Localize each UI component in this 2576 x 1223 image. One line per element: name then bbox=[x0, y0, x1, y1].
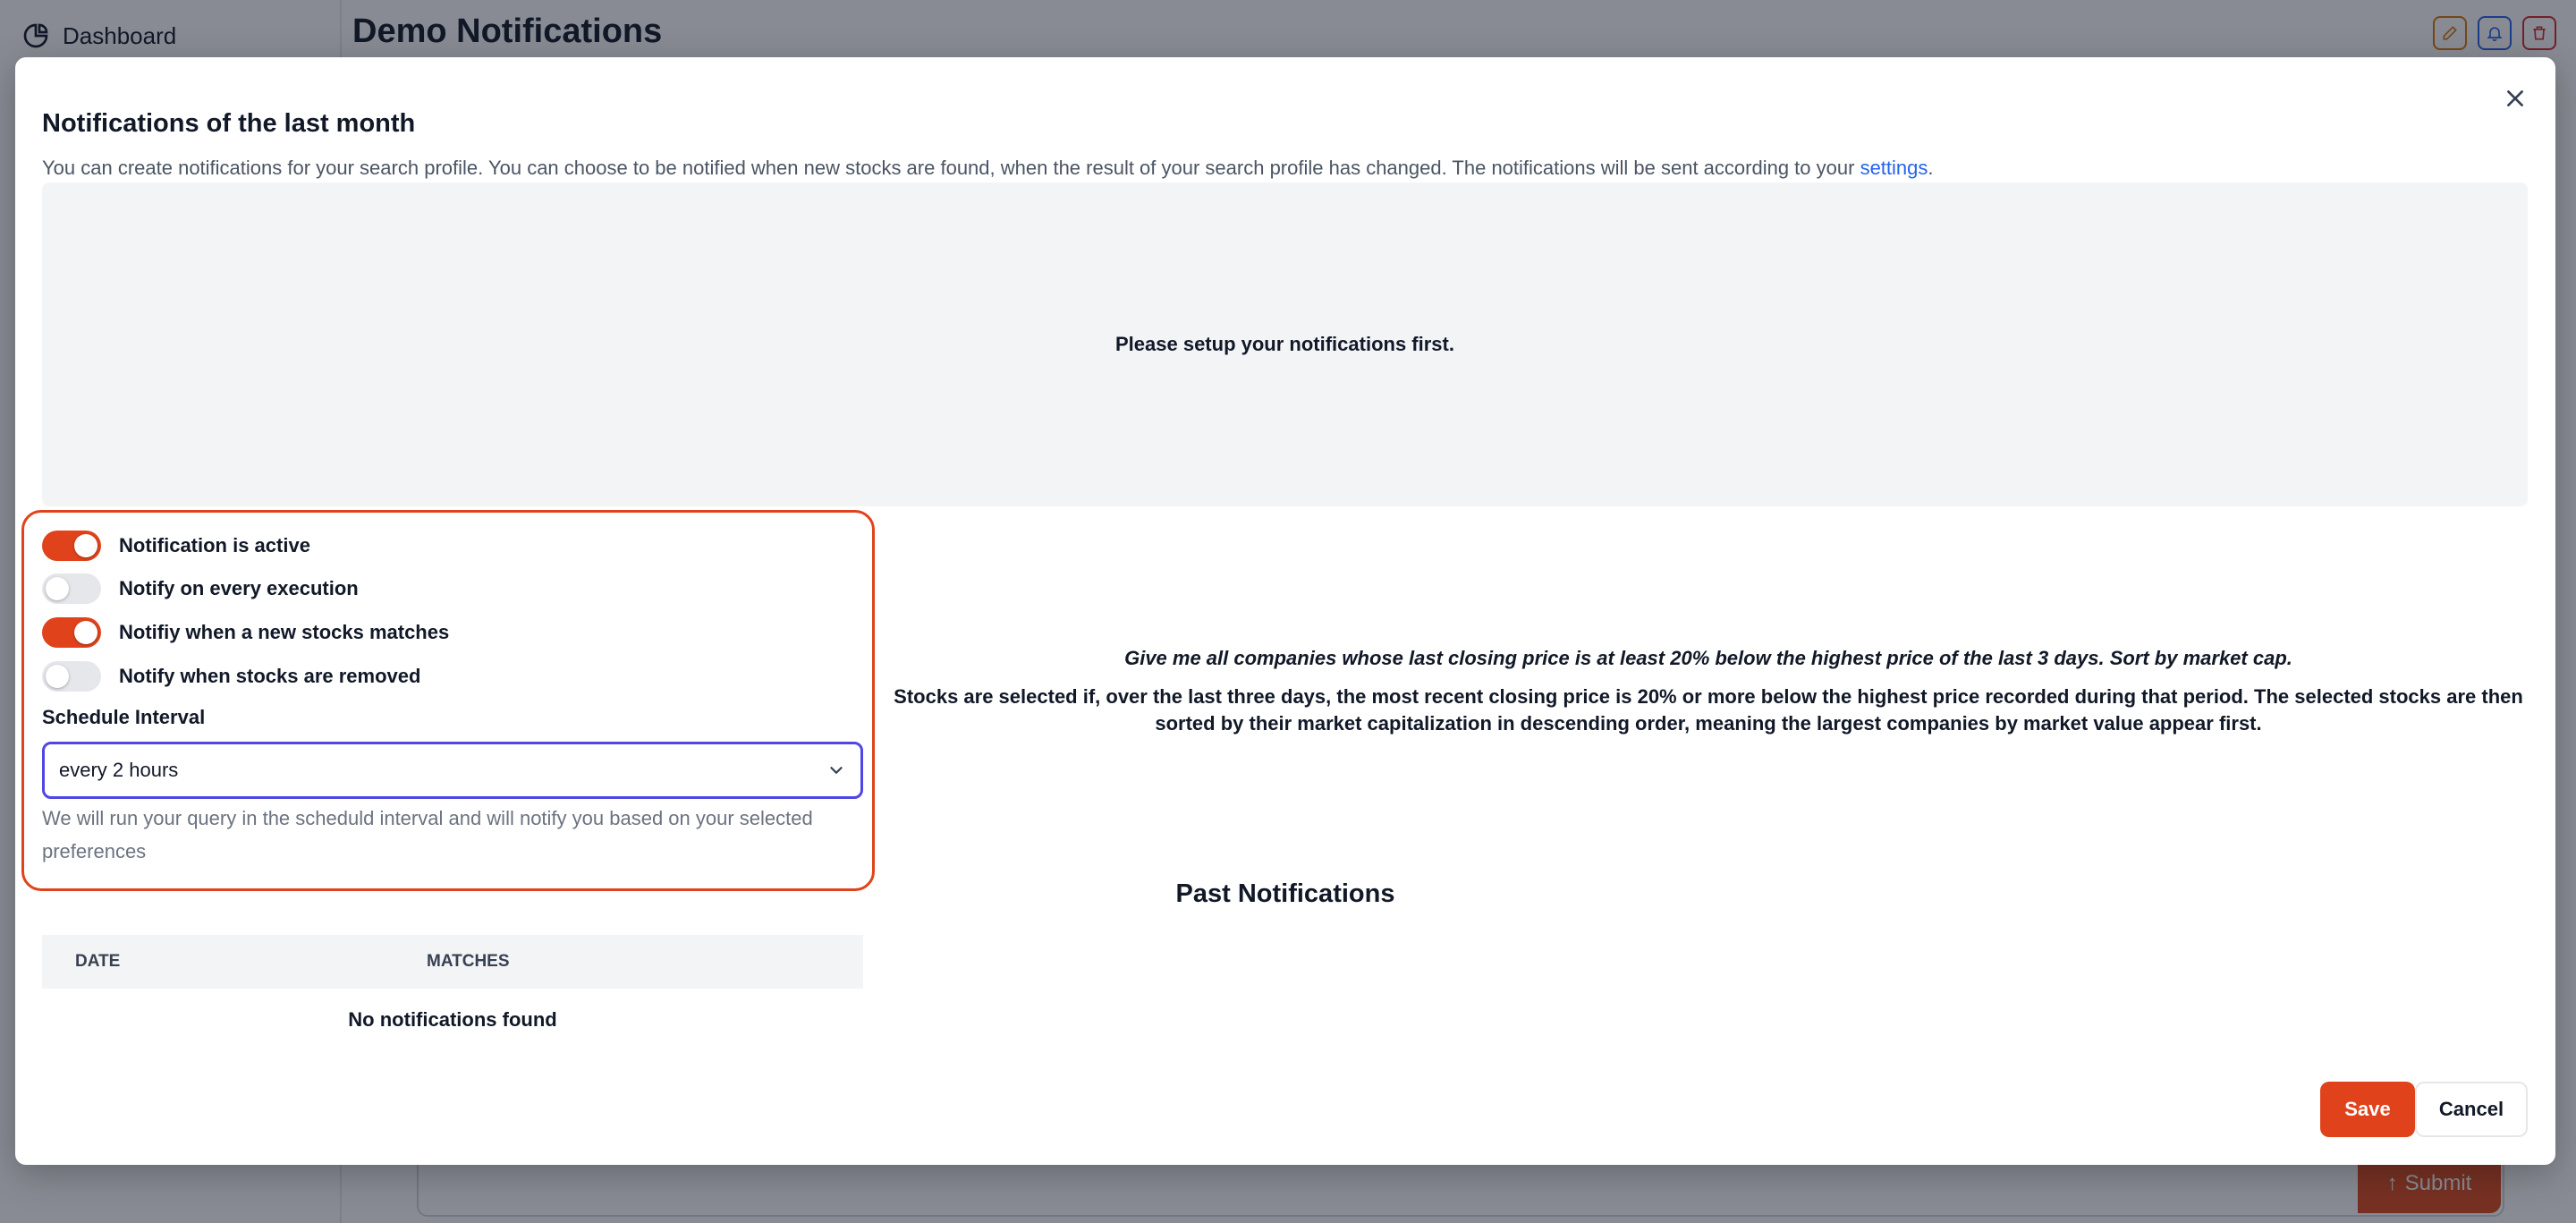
close-icon bbox=[2507, 90, 2523, 106]
notifications-placeholder: Please setup your notifications first. bbox=[42, 183, 2528, 506]
toggle-row-every-execution: Notify on every execution bbox=[42, 573, 359, 604]
toggle-label: Notify on every execution bbox=[119, 577, 359, 599]
schedule-interval-value: every 2 hours bbox=[59, 759, 179, 781]
notify-new-matches-toggle[interactable] bbox=[42, 617, 101, 648]
toggle-label: Notifiy when a new stocks matches bbox=[119, 621, 450, 643]
empty-state-text: No notifications found bbox=[348, 1008, 557, 1031]
toggle-knob bbox=[46, 665, 69, 688]
modal-description: You can create notifications for your se… bbox=[42, 157, 1934, 180]
notification-active-toggle[interactable] bbox=[42, 531, 101, 561]
settings-link[interactable]: settings bbox=[1860, 157, 1928, 179]
column-header-matches[interactable]: MATCHES bbox=[427, 952, 510, 972]
description-text: You can create notifications for your se… bbox=[42, 157, 1860, 179]
query-text: Give me all companies whose last closing… bbox=[1124, 647, 2292, 669]
toggle-row-removed: Notify when stocks are removed bbox=[42, 661, 420, 692]
close-button[interactable] bbox=[2499, 82, 2531, 115]
toggle-knob bbox=[74, 534, 97, 557]
schedule-interval-select[interactable]: every 2 hours bbox=[42, 742, 863, 799]
schedule-interval-label: Schedule Interval bbox=[42, 706, 206, 728]
toggle-label: Notification is active bbox=[119, 534, 310, 556]
toggle-row-active: Notification is active bbox=[42, 531, 310, 561]
past-notifications-table: DATE MATCHES No notifications found bbox=[42, 935, 863, 1032]
cancel-button[interactable]: Cancel bbox=[2415, 1082, 2528, 1137]
table-header: DATE MATCHES bbox=[42, 935, 863, 989]
query-explanation: Stocks are selected if, over the last th… bbox=[894, 685, 2523, 735]
description-end: . bbox=[1928, 157, 1934, 179]
placeholder-text: Please setup your notifications first. bbox=[1115, 333, 1454, 355]
toggle-knob bbox=[74, 621, 97, 644]
toggle-label: Notify when stocks are removed bbox=[119, 665, 421, 687]
toggle-row-new-matches: Notifiy when a new stocks matches bbox=[42, 617, 449, 648]
toggle-knob bbox=[46, 577, 69, 600]
notify-removed-toggle[interactable] bbox=[42, 661, 101, 692]
modal-title: Notifications of the last month bbox=[42, 109, 416, 138]
schedule-help-text: We will run your query in the scheduld i… bbox=[42, 807, 813, 862]
save-button[interactable]: Save bbox=[2320, 1082, 2415, 1137]
notify-every-execution-toggle[interactable] bbox=[42, 573, 101, 604]
past-notifications-title: Past Notifications bbox=[1175, 879, 1395, 908]
chevron-down-icon bbox=[830, 767, 843, 774]
column-header-date[interactable]: DATE bbox=[75, 952, 120, 972]
